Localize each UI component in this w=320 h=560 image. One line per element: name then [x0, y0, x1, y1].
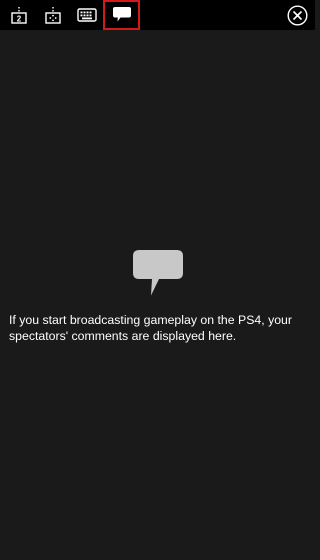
tab-comments[interactable]	[103, 0, 140, 30]
keyboard-icon	[77, 7, 97, 23]
comment-icon	[112, 6, 132, 24]
remote-control-icon	[44, 6, 62, 24]
tab-remote[interactable]	[40, 0, 66, 30]
close-icon	[287, 5, 308, 30]
comments-screen: 2 If you start broadcasting gameplay on …	[0, 0, 315, 560]
second-screen-icon: 2	[10, 6, 28, 24]
tab-second-screen[interactable]: 2	[6, 0, 32, 30]
tab-keyboard[interactable]	[74, 0, 100, 30]
empty-comments-icon	[133, 250, 183, 301]
close-button[interactable]	[287, 5, 308, 26]
top-toolbar: 2	[0, 0, 315, 30]
speech-bubble-icon	[133, 250, 183, 300]
second-screen-badge: 2	[17, 15, 22, 24]
empty-comments-message: If you start broadcasting gameplay on th…	[9, 313, 292, 343]
